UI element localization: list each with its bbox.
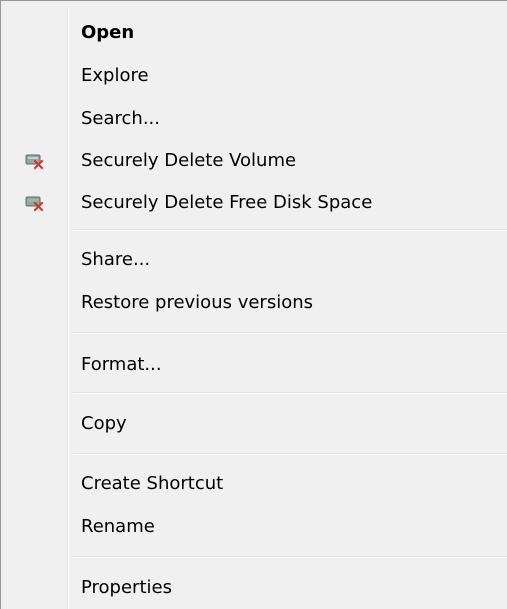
menu-separator (73, 453, 507, 455)
menu-item-create-shortcut[interactable]: Create Shortcut (5, 467, 507, 501)
menu-item-share[interactable]: Share... (5, 243, 507, 277)
menu-item-properties[interactable]: Properties (5, 571, 507, 605)
menu-item-rename[interactable]: Rename (5, 510, 507, 544)
menu-item-label: Copy (81, 413, 127, 434)
menu-item-label: Share... (81, 249, 151, 270)
menu-separator (73, 229, 507, 231)
menu-item-label: Create Shortcut (81, 473, 224, 494)
menu-item-label: Restore previous versions (81, 292, 314, 313)
menu-item-label: Securely Delete Volume (81, 150, 297, 171)
menu-item-label: Explore (81, 65, 149, 86)
menu-separator (73, 392, 507, 394)
menu-item-label: Properties (81, 577, 172, 598)
menu-item-label: Format... (81, 354, 162, 375)
drive-delete-icon (25, 152, 45, 170)
menu-item-explore[interactable]: Explore (5, 59, 507, 93)
drive-delete-icon (25, 194, 45, 212)
menu-item-securely-delete-free-space[interactable]: Securely Delete Free Disk Space (5, 186, 507, 220)
menu-item-label: Rename (81, 516, 155, 537)
menu-item-securely-delete-volume[interactable]: Securely Delete Volume (5, 144, 507, 178)
menu-item-label: Securely Delete Free Disk Space (81, 192, 373, 213)
menu-separator (73, 332, 507, 334)
menu-item-label: Search... (81, 108, 161, 129)
context-menu: Open Explore Search... Securely Delete V… (0, 0, 507, 609)
menu-item-label: Open (81, 22, 135, 43)
menu-separator (73, 556, 507, 558)
menu-item-open[interactable]: Open (5, 16, 507, 50)
menu-item-format[interactable]: Format... (5, 348, 507, 382)
menu-item-restore-previous-versions[interactable]: Restore previous versions (5, 286, 507, 320)
menu-item-search[interactable]: Search... (5, 102, 507, 136)
menu-item-copy[interactable]: Copy (5, 407, 507, 441)
